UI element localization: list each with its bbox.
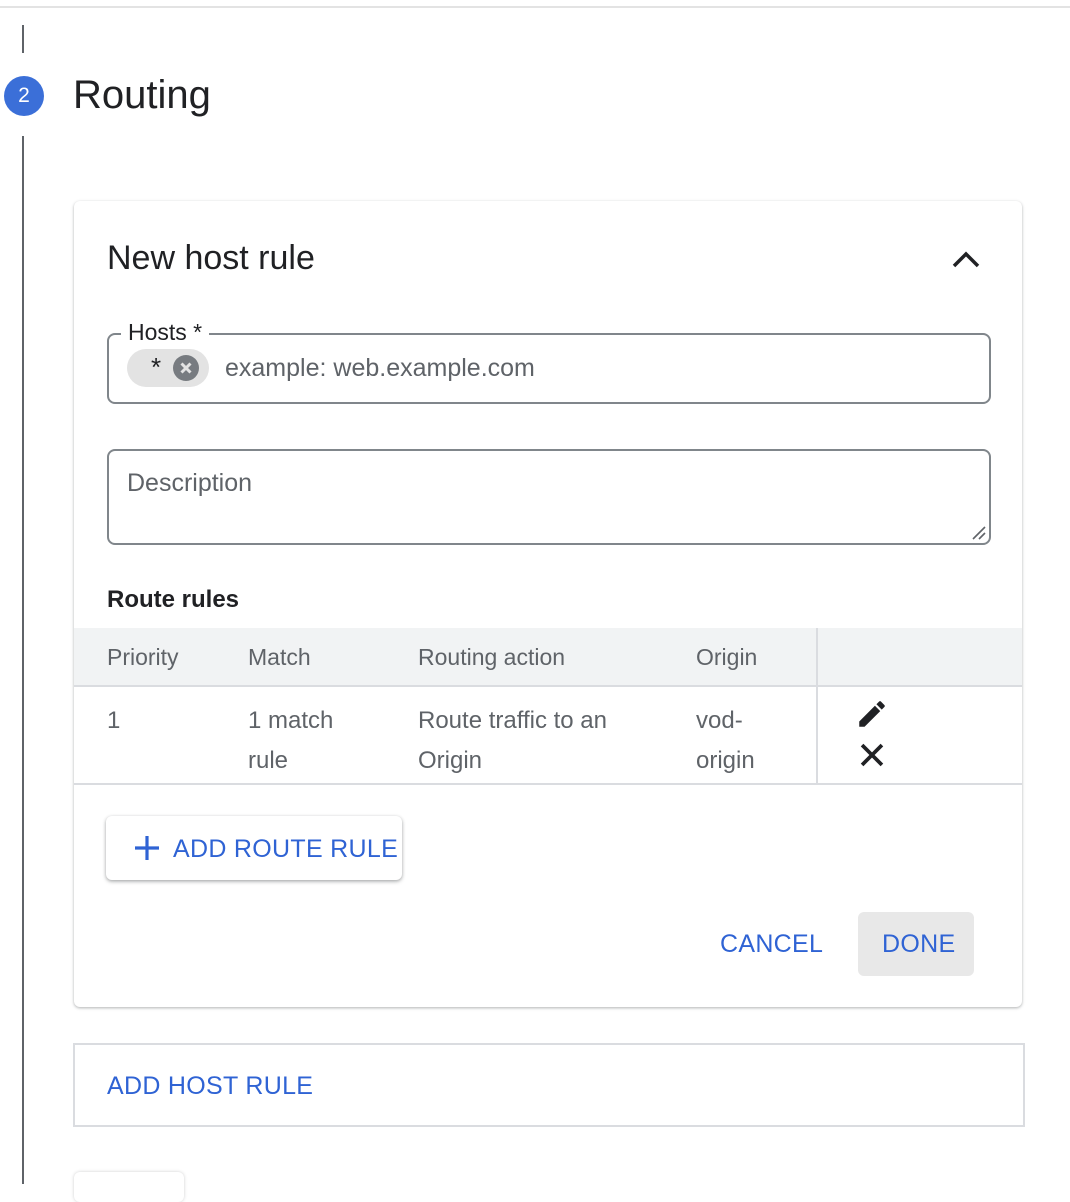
hosts-input[interactable] bbox=[225, 349, 965, 387]
add-host-rule-button[interactable]: ADD HOST RULE bbox=[107, 1071, 313, 1101]
plus-icon bbox=[135, 836, 159, 860]
cancel-label: CANCEL bbox=[720, 930, 824, 958]
host-chip: * bbox=[127, 349, 209, 387]
stepper-line bbox=[22, 136, 24, 1184]
cancel-circle-icon[interactable] bbox=[173, 355, 199, 381]
add-route-rule-label: ADD ROUTE RULE bbox=[173, 835, 399, 863]
chevron-up-icon bbox=[952, 251, 980, 268]
column-header-priority: Priority bbox=[107, 644, 179, 670]
cell-routing-action: Route traffic to an Origin bbox=[418, 707, 607, 774]
add-route-rule-button[interactable]: ADD ROUTE RULE bbox=[106, 816, 402, 880]
column-header-origin: Origin bbox=[696, 644, 758, 670]
host-rule-card: New host rule Hosts * * Route rules Prio… bbox=[74, 201, 1022, 1007]
column-header-match: Match bbox=[248, 644, 311, 670]
description-input[interactable] bbox=[127, 469, 967, 529]
collapse-button[interactable] bbox=[944, 237, 988, 281]
next-card-edge bbox=[74, 1172, 184, 1202]
hosts-field[interactable]: Hosts * * bbox=[107, 318, 991, 404]
done-label: DONE bbox=[882, 930, 956, 958]
route-rules-table: Priority Match Routing action Origin 1 1… bbox=[74, 628, 1022, 785]
cell-priority: 1 bbox=[107, 707, 121, 734]
table-row: 1 1 match rule Route traffic to an Origi… bbox=[74, 687, 1022, 785]
step-number-badge: 2 bbox=[4, 76, 44, 116]
pencil-icon[interactable] bbox=[855, 697, 889, 731]
step-title: Routing bbox=[73, 73, 211, 117]
close-icon[interactable] bbox=[855, 738, 889, 772]
cancel-button[interactable]: CANCEL bbox=[704, 912, 834, 976]
cell-origin: vod-origin bbox=[696, 707, 755, 774]
stepper-line bbox=[22, 25, 24, 53]
top-divider bbox=[0, 6, 1070, 8]
resize-handle-icon[interactable] bbox=[970, 524, 986, 540]
hosts-label: Hosts * bbox=[121, 318, 210, 346]
table-header: Priority Match Routing action Origin bbox=[74, 628, 1022, 687]
description-field[interactable] bbox=[107, 449, 991, 545]
column-header-routing-action: Routing action bbox=[418, 644, 566, 670]
actions-column-divider bbox=[816, 628, 818, 783]
add-host-rule-panel: ADD HOST RULE bbox=[73, 1043, 1025, 1127]
host-chip-text: * bbox=[151, 352, 162, 382]
cell-match: 1 match rule bbox=[248, 707, 334, 774]
route-rules-title: Route rules bbox=[107, 586, 240, 613]
done-button[interactable]: DONE bbox=[858, 912, 974, 976]
host-rule-title: New host rule bbox=[107, 239, 315, 277]
